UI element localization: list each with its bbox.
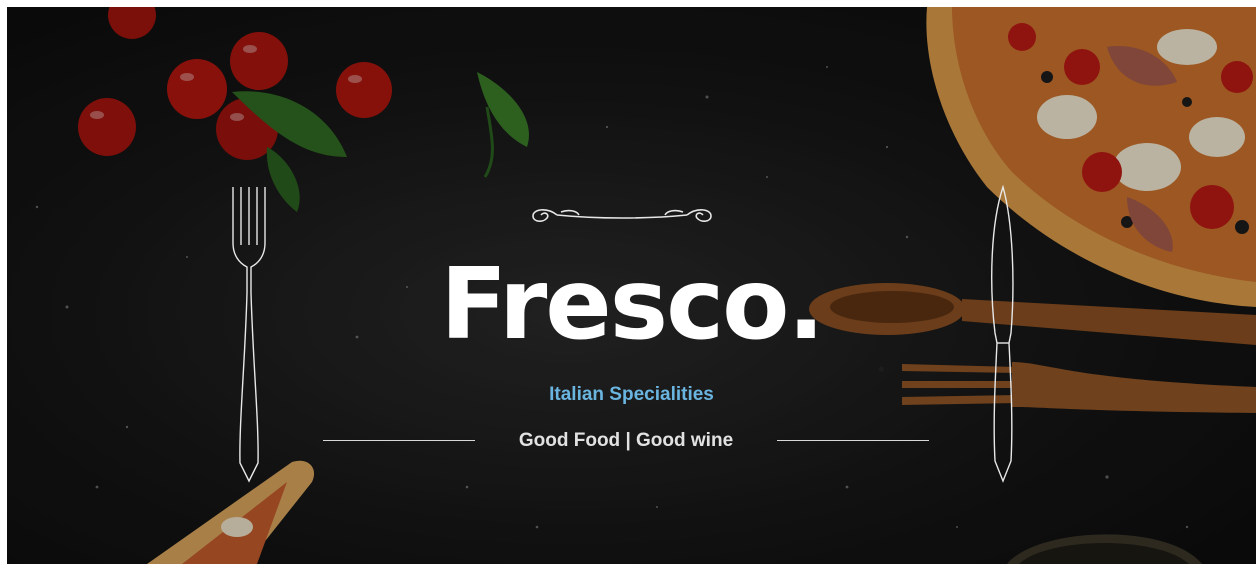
hero-tagline: Good Food | Good wine: [518, 430, 734, 451]
scroll-ornament-icon: [532, 209, 712, 222]
hero-title: Fresco.: [440, 248, 824, 362]
hero-subtitle: Italian Specialities: [549, 384, 714, 405]
hero-banner: Fresco. Italian Specialities Good Food |…: [7, 7, 1256, 564]
tagline-row: Good Food | Good wine: [323, 429, 929, 453]
tagline-divider-right: [777, 440, 929, 441]
